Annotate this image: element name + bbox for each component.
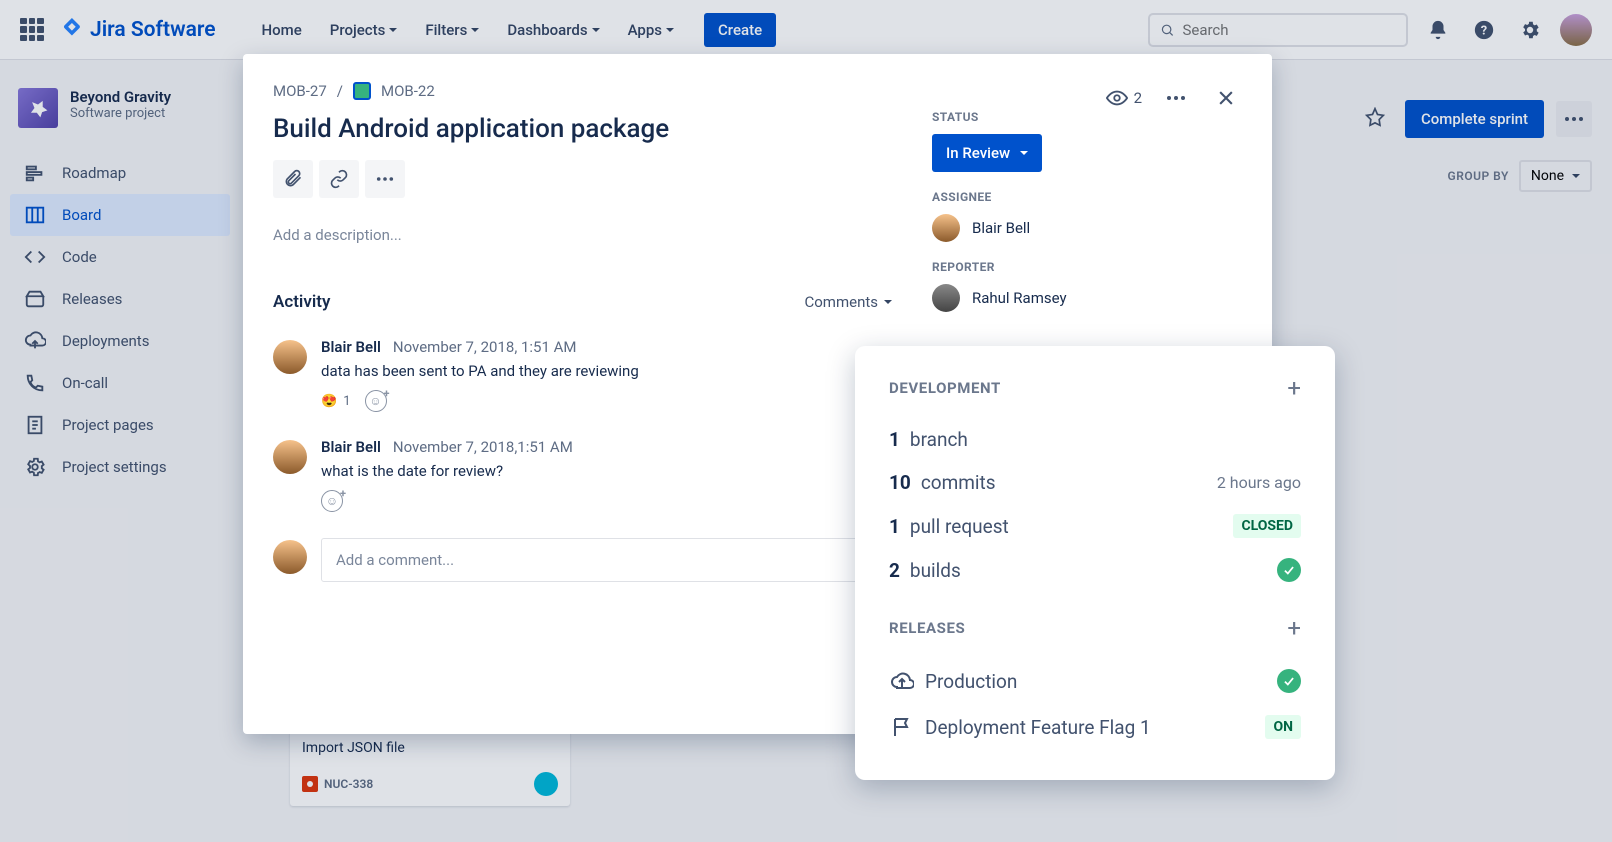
- issue-key-link[interactable]: MOB-22: [381, 82, 435, 100]
- comment-avatar: [273, 340, 307, 374]
- assignee-label: ASSIGNEE: [932, 190, 1242, 204]
- comment-time: November 7, 2018,1:51 AM: [393, 438, 573, 456]
- comment-author[interactable]: Blair Bell: [321, 338, 381, 356]
- assignee-name: Blair Bell: [972, 219, 1030, 237]
- description-field[interactable]: Add a description...: [273, 226, 892, 244]
- comment: Blair Bell November 7, 2018,1:51 AM what…: [273, 438, 892, 512]
- attachment-icon: [283, 169, 303, 189]
- reporter-name: Rahul Ramsey: [972, 289, 1067, 307]
- releases-heading: RELEASES: [889, 619, 965, 637]
- release-production[interactable]: Production: [889, 658, 1301, 704]
- reporter-field[interactable]: Rahul Ramsey: [932, 284, 1242, 312]
- attach-button[interactable]: [273, 160, 313, 198]
- comment-text: what is the date for review?: [321, 462, 892, 480]
- dev-commits[interactable]: 10commits 2 hours ago: [889, 461, 1301, 504]
- story-icon: [353, 82, 371, 100]
- link-icon: [329, 169, 349, 189]
- comment: Blair Bell November 7, 2018, 1:51 AM dat…: [273, 338, 892, 412]
- watch-button[interactable]: 2: [1106, 87, 1142, 109]
- current-user-avatar: [273, 540, 307, 574]
- issue-more-button[interactable]: [365, 160, 405, 198]
- activity-heading: Activity: [273, 292, 330, 312]
- dev-branches[interactable]: 1branch: [889, 418, 1301, 461]
- close-button[interactable]: [1210, 82, 1242, 114]
- commits-time: 2 hours ago: [1217, 473, 1301, 492]
- breadcrumb: MOB-27 / MOB-22: [273, 82, 892, 100]
- comment-text: data has been sent to PA and they are re…: [321, 362, 892, 380]
- reporter-label: REPORTER: [932, 260, 1242, 274]
- feature-flag[interactable]: Deployment Feature Flag 1 ON: [889, 704, 1301, 750]
- issue-title[interactable]: Build Android application package: [273, 114, 892, 144]
- reaction[interactable]: 😍1: [321, 394, 351, 409]
- more-actions-button[interactable]: [1160, 82, 1192, 114]
- activity-filter[interactable]: Comments: [804, 293, 892, 311]
- comment-avatar: [273, 440, 307, 474]
- add-release-button[interactable]: +: [1287, 616, 1301, 640]
- dev-builds[interactable]: 2builds: [889, 548, 1301, 592]
- comment-input[interactable]: Add a comment...: [321, 538, 892, 582]
- cloud-upload-icon: [889, 668, 915, 694]
- dev-pull-requests[interactable]: 1pull request CLOSED: [889, 504, 1301, 548]
- add-reaction-button[interactable]: ☺: [321, 490, 343, 512]
- comment-author[interactable]: Blair Bell: [321, 438, 381, 456]
- watch-count: 2: [1134, 89, 1142, 107]
- chevron-down-icon: [1020, 151, 1028, 155]
- assignee-avatar: [932, 214, 960, 242]
- chevron-down-icon: [884, 300, 892, 304]
- success-icon: [1277, 669, 1301, 693]
- development-heading: DEVELOPMENT: [889, 379, 1001, 397]
- status-dropdown[interactable]: In Review: [932, 134, 1042, 172]
- add-reaction-button[interactable]: ☺: [365, 390, 387, 412]
- flag-icon: [889, 714, 915, 740]
- reporter-avatar: [932, 284, 960, 312]
- flag-status-badge: ON: [1265, 715, 1301, 739]
- assignee-field[interactable]: Blair Bell: [932, 214, 1242, 242]
- add-development-button[interactable]: +: [1287, 376, 1301, 400]
- pr-status-badge: CLOSED: [1233, 514, 1301, 538]
- link-button[interactable]: [319, 160, 359, 198]
- parent-issue-link[interactable]: MOB-27: [273, 82, 327, 100]
- comment-time: November 7, 2018, 1:51 AM: [393, 338, 577, 356]
- eye-icon: [1106, 87, 1128, 109]
- development-panel: DEVELOPMENT + 1branch 10commits 2 hours …: [855, 346, 1335, 780]
- success-icon: [1277, 558, 1301, 582]
